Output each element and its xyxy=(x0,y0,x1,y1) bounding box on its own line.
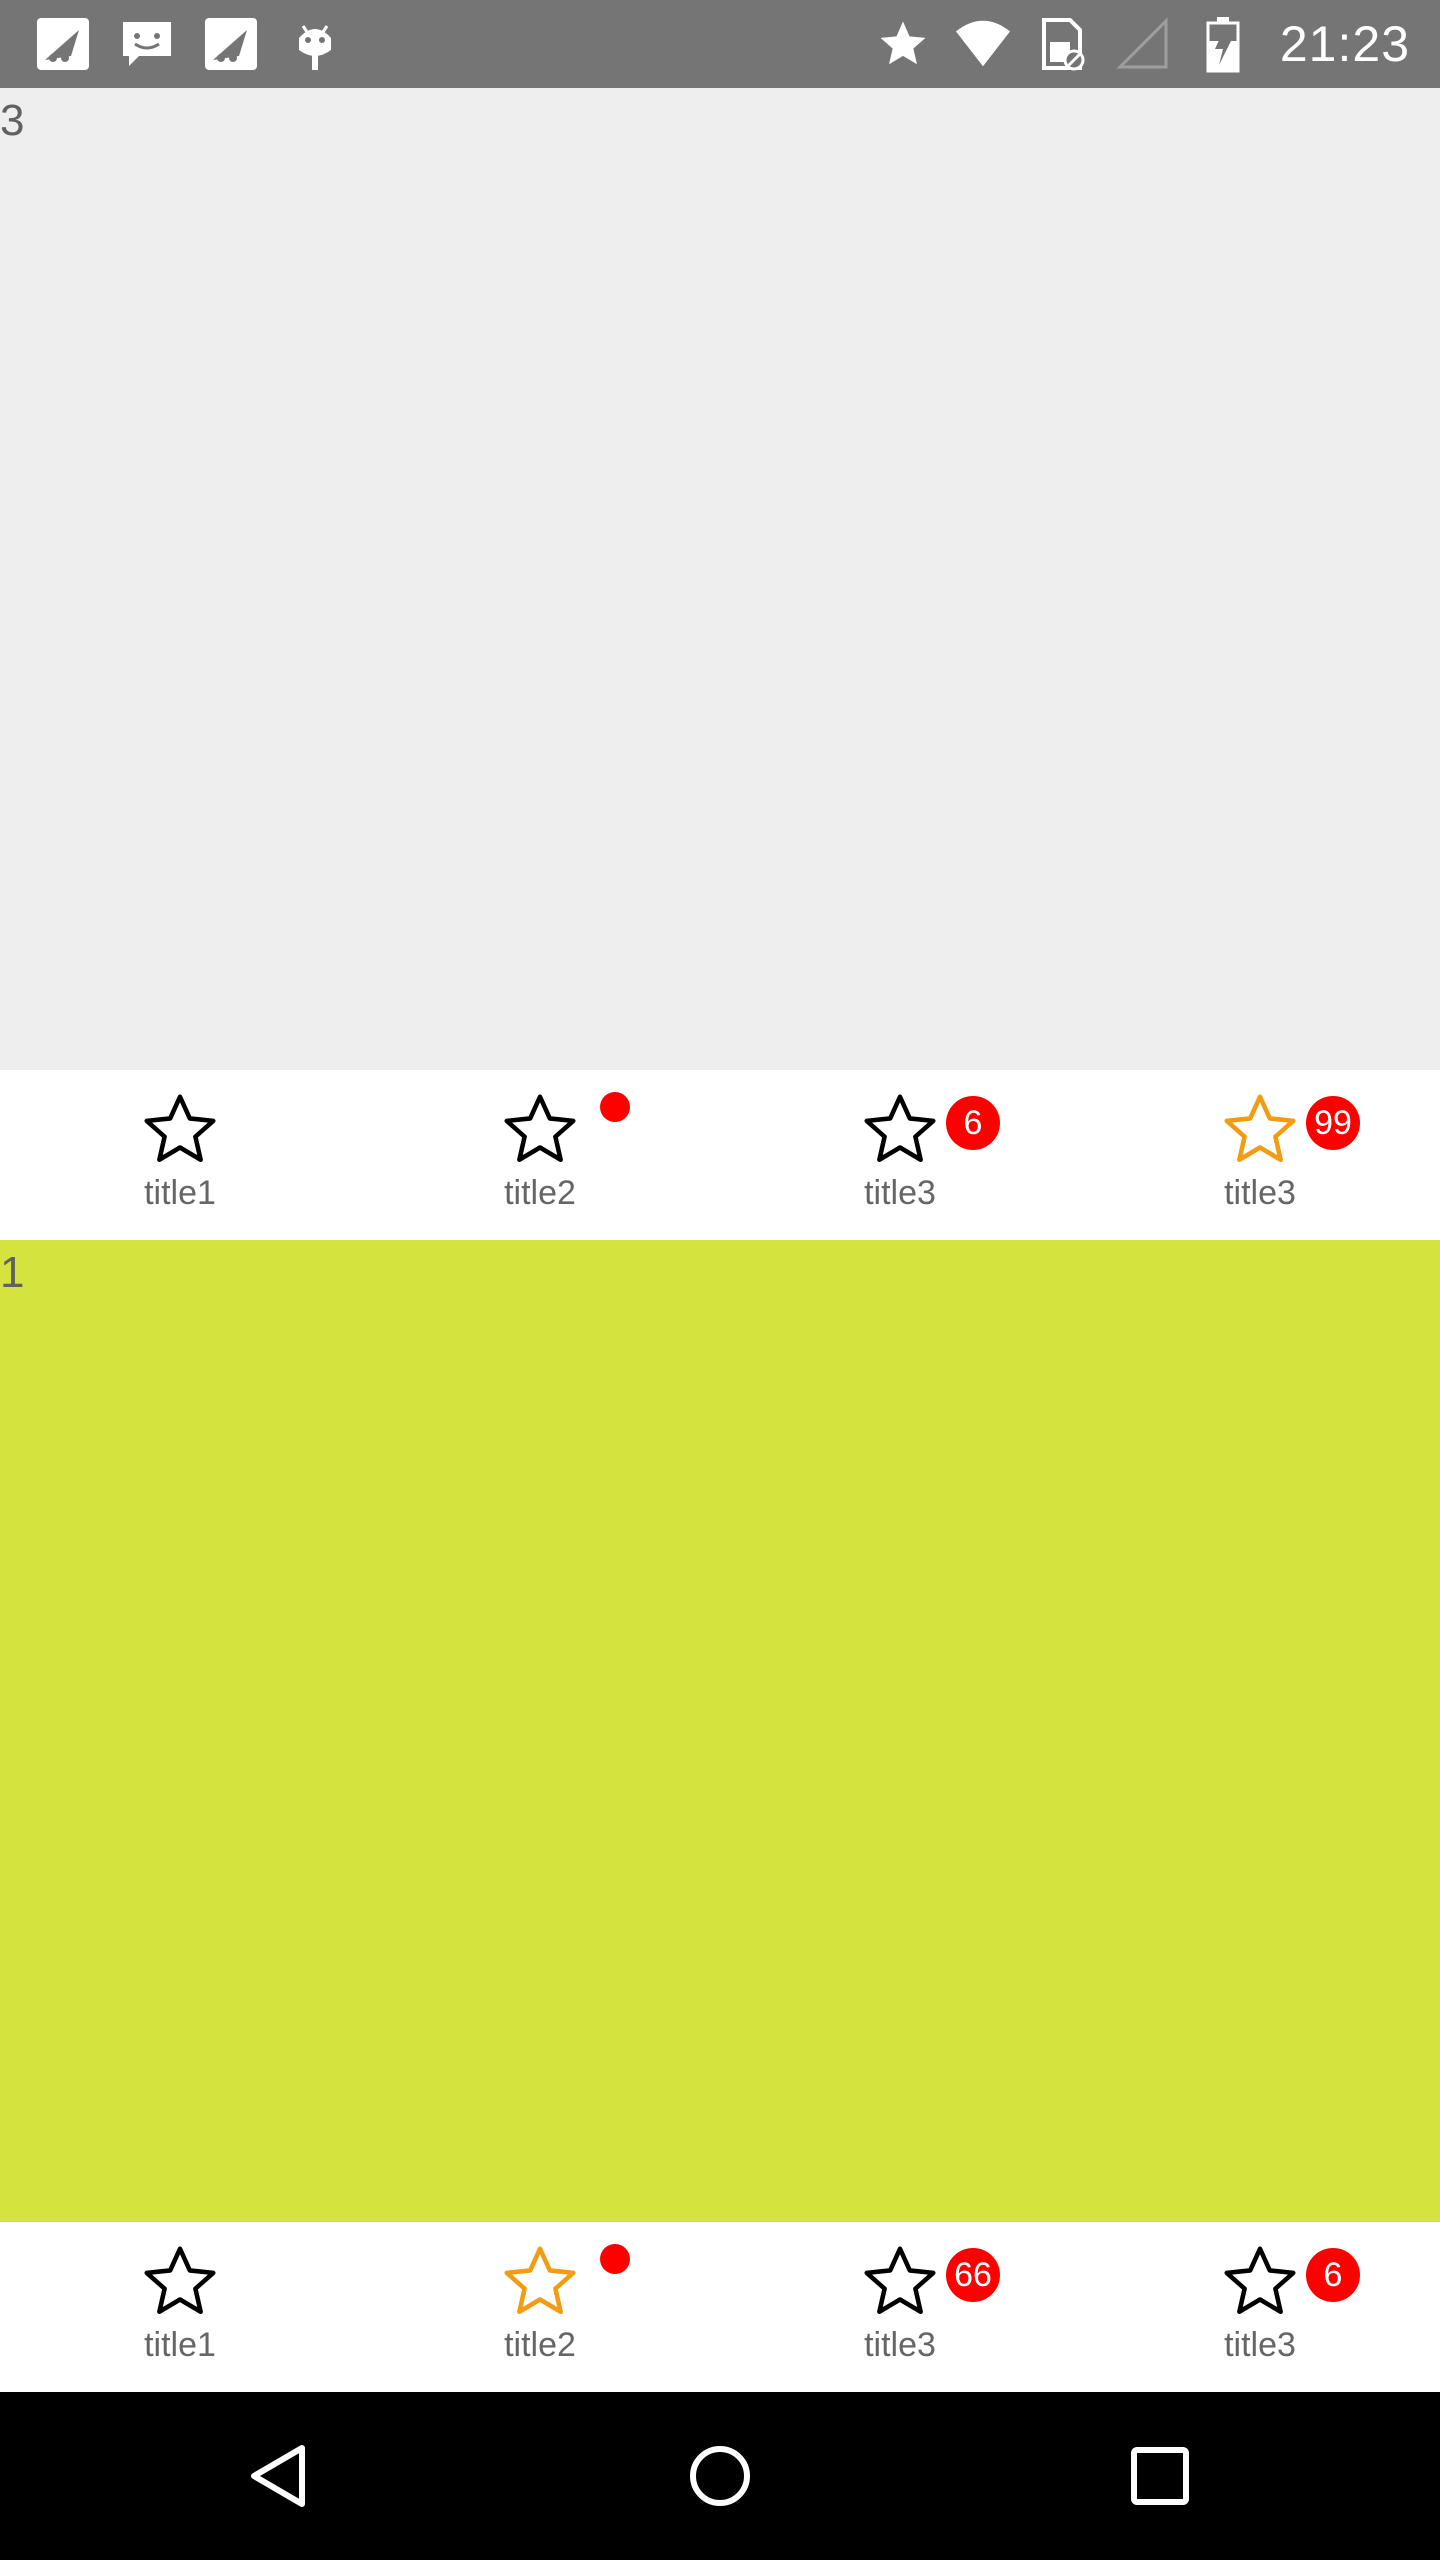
tab-title1[interactable]: title1 xyxy=(0,1070,360,1240)
count-badge: 66 xyxy=(946,2248,1000,2302)
signal-icon xyxy=(1114,15,1172,73)
bottom-tab-bar-1: title1 title2 title3 6 title3 99 xyxy=(0,1070,1440,1240)
tab-label: title3 xyxy=(864,1174,936,1212)
tab-label: title2 xyxy=(504,2326,576,2364)
tab-label: title3 xyxy=(1224,2326,1296,2364)
recents-icon[interactable] xyxy=(1120,2436,1200,2516)
android-debug-icon xyxy=(286,15,344,73)
tab-title3[interactable]: title3 66 xyxy=(720,2222,1080,2392)
star-icon xyxy=(864,2246,936,2315)
page-number-label: 1 xyxy=(0,1248,25,1297)
status-bar: 21:23 xyxy=(0,0,1440,88)
page-content-1: 3 xyxy=(0,88,1440,1070)
navigation-bar xyxy=(0,2392,1440,2560)
star-icon xyxy=(874,15,932,73)
star-icon xyxy=(504,2246,576,2315)
tab-title3[interactable]: title3 99 xyxy=(1080,1070,1440,1240)
tab-title3[interactable]: title3 6 xyxy=(1080,2222,1440,2392)
tab-label: title1 xyxy=(144,2326,216,2364)
star-icon xyxy=(1224,2246,1296,2315)
message-notification-icon xyxy=(118,15,176,73)
count-badge: 99 xyxy=(1306,1096,1360,1150)
tab-title1[interactable]: title1 xyxy=(0,2222,360,2392)
system-icons: 21:23 xyxy=(874,14,1410,74)
no-sim-icon xyxy=(1034,15,1092,73)
star-icon xyxy=(144,1094,216,1163)
star-icon xyxy=(144,2246,216,2315)
page-content-2: 1 xyxy=(0,1240,1440,2222)
notification-dot-badge xyxy=(600,1092,630,1122)
star-icon xyxy=(1224,1094,1296,1163)
tab-title3[interactable]: title3 6 xyxy=(720,1070,1080,1240)
notification-icons xyxy=(34,16,344,72)
bird-notification-icon xyxy=(34,15,92,73)
notification-dot-badge xyxy=(600,2244,630,2274)
count-badge: 6 xyxy=(1306,2248,1360,2302)
tab-label: title1 xyxy=(144,1174,216,1212)
battery-charging-icon xyxy=(1194,15,1252,73)
star-icon xyxy=(864,1094,936,1163)
tab-label: title3 xyxy=(1224,1174,1296,1212)
page-number-label: 3 xyxy=(0,96,25,145)
count-badge: 6 xyxy=(946,1096,1000,1150)
tab-title2[interactable]: title2 xyxy=(360,1070,720,1240)
back-icon[interactable] xyxy=(240,2436,320,2516)
bird-notification-icon xyxy=(202,15,260,73)
status-time: 21:23 xyxy=(1279,16,1410,72)
star-icon xyxy=(504,1094,576,1163)
tab-label: title2 xyxy=(504,1174,576,1212)
wifi-icon xyxy=(954,15,1012,73)
bottom-tab-bar-2: title1 title2 title3 66 title3 6 xyxy=(0,2222,1440,2392)
tab-title2[interactable]: title2 xyxy=(360,2222,720,2392)
home-icon[interactable] xyxy=(680,2436,760,2516)
tab-label: title3 xyxy=(864,2326,936,2364)
